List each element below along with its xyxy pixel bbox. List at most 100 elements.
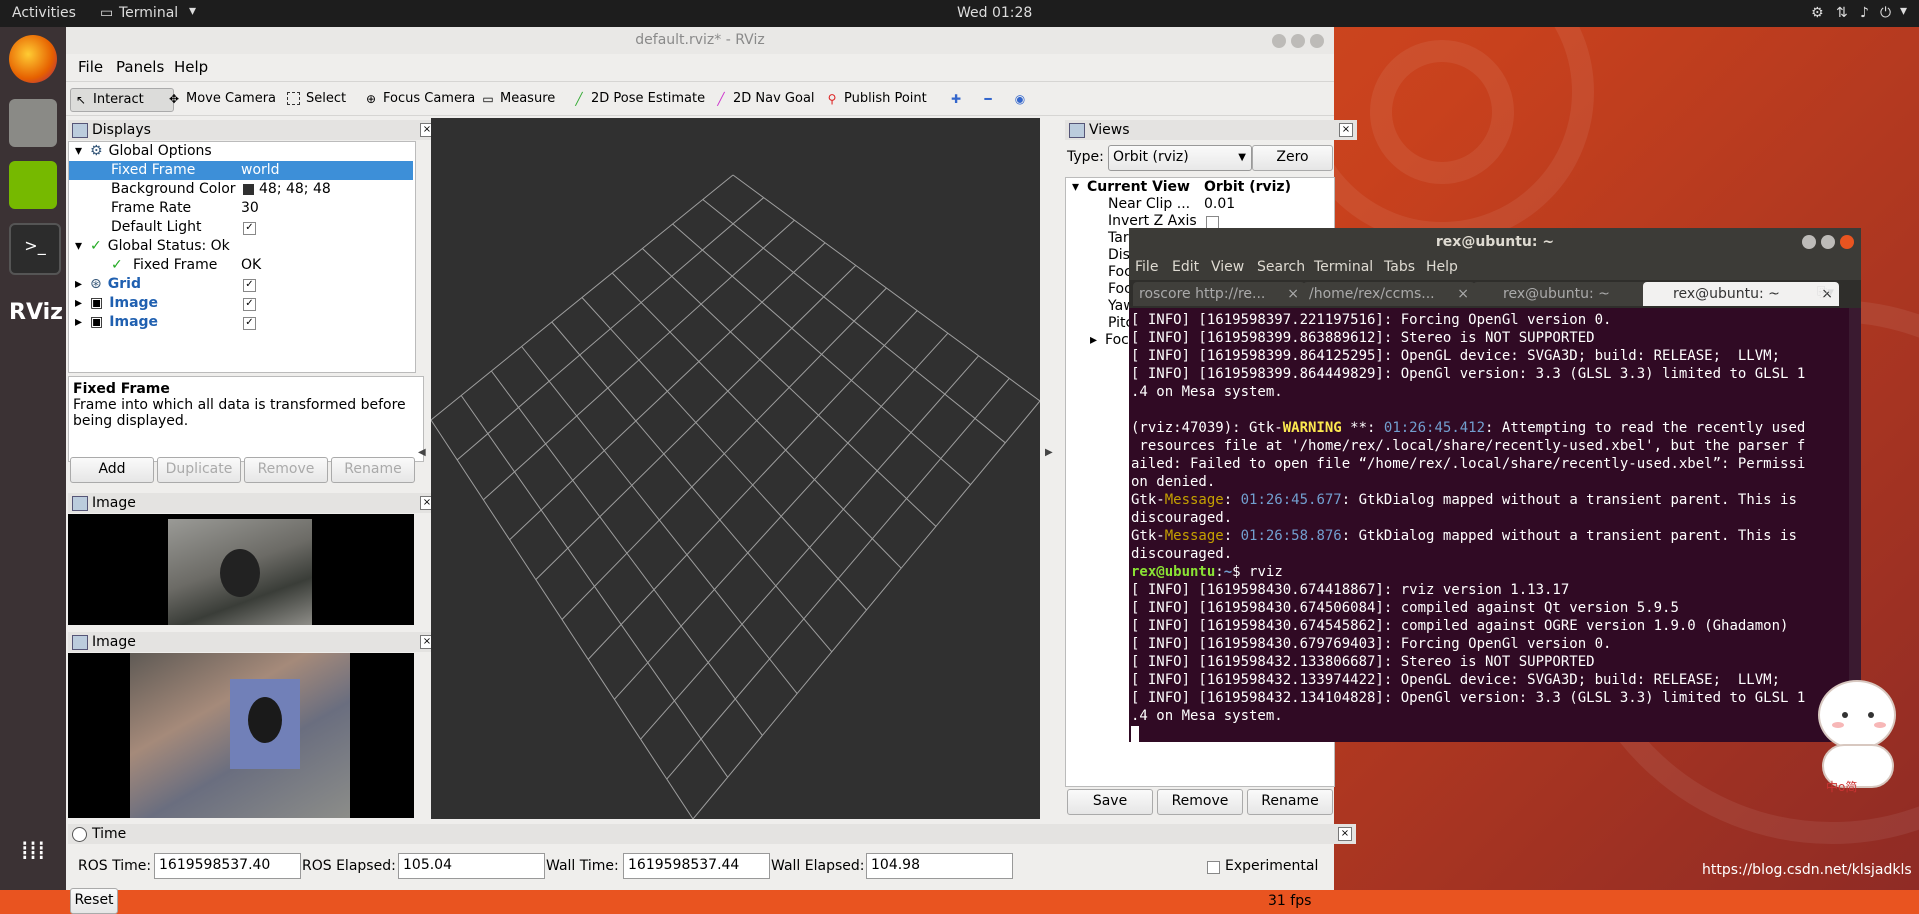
close-button[interactable]	[1310, 34, 1324, 48]
menu-help[interactable]: Help	[1426, 259, 1458, 275]
menu-help[interactable]: Help	[174, 58, 208, 76]
terminal-icon[interactable]: >_	[9, 223, 61, 275]
app-menu[interactable]: Terminal	[119, 5, 178, 21]
close-icon[interactable]: ×	[1338, 827, 1352, 841]
tree-row-global-options[interactable]: ▾ ⚙ Global Options	[75, 142, 405, 161]
tree-row-status-fixed-frame[interactable]: ✓ Fixed Frame OK	[69, 256, 413, 275]
rename-view-button[interactable]: Rename	[1247, 789, 1333, 815]
check-icon: ✓	[111, 257, 123, 273]
collapse-right-handle[interactable]: ▶	[1045, 447, 1053, 458]
save-view-button[interactable]: Save	[1067, 789, 1153, 815]
interact-tool[interactable]: ↖ Interact	[70, 88, 174, 112]
check-icon: ✓	[90, 238, 102, 254]
nvidia-icon[interactable]	[9, 161, 57, 209]
volume-icon[interactable]: ♪	[1860, 5, 1869, 21]
minimize-button[interactable]	[1272, 34, 1286, 48]
close-button[interactable]	[1840, 235, 1854, 249]
remove-view-button[interactable]: Remove	[1157, 789, 1243, 815]
power-icon[interactable]: ⏻	[1880, 5, 1891, 21]
views-header: Views ×	[1065, 120, 1357, 140]
menu-edit[interactable]: Edit	[1172, 259, 1199, 275]
ros-elapsed-field[interactable]: 105.04	[398, 853, 545, 879]
default-light-checkbox[interactable]: ✓	[243, 222, 256, 235]
terminal-tab[interactable]: /home/rex/ccms... ×	[1303, 282, 1475, 306]
view-options-button[interactable]: ◉	[1010, 88, 1025, 110]
terminal-output[interactable]: [ INFO] [1619598397.221197516]: Forcing …	[1129, 308, 1847, 742]
clock[interactable]: Wed 01:28	[957, 5, 1032, 21]
pose-estimate-tool[interactable]: ╱ 2D Pose Estimate	[569, 88, 705, 110]
menu-panels[interactable]: Panels	[116, 58, 164, 76]
ruler-icon: ▭	[482, 92, 494, 106]
measure-tool[interactable]: ▭ Measure	[478, 88, 555, 110]
wall-time-field[interactable]: 1619598537.44	[623, 853, 770, 879]
select-tool[interactable]: Select	[284, 88, 346, 110]
zero-button[interactable]: Zero	[1252, 145, 1333, 171]
menu-file[interactable]: File	[1135, 259, 1158, 275]
grid-line	[640, 355, 979, 740]
tree-row-background-color[interactable]: Background Color 48; 48; 48	[69, 180, 413, 199]
grid-checkbox[interactable]: ✓	[243, 279, 256, 292]
ros-time-field[interactable]: 1619598537.40	[154, 853, 301, 879]
collapse-left-handle[interactable]: ◀	[418, 447, 426, 458]
close-icon[interactable]: ×	[1287, 282, 1299, 306]
network-icon[interactable]: ⇅	[1836, 5, 1848, 21]
tree-row-partial[interactable]: ▸ Foc	[1090, 331, 1129, 350]
new-tab-icon[interactable]: ⎘▾	[1817, 285, 1834, 300]
menu-view[interactable]: View	[1211, 259, 1244, 275]
rviz-icon[interactable]: RViz	[9, 289, 63, 337]
tree-row-default-light[interactable]: Default Light ✓	[69, 218, 413, 237]
reset-button[interactable]: Reset	[70, 888, 118, 914]
grid-line	[666, 378, 1010, 780]
wall-time-label: Wall Time:	[546, 858, 619, 874]
tree-row-frame-rate[interactable]: Frame Rate 30	[69, 199, 413, 218]
terminal-tab[interactable]: roscore http://re... ×	[1133, 282, 1305, 306]
fixed-frame-value[interactable]: world	[241, 161, 280, 180]
remove-tool-button[interactable]: ━	[978, 88, 992, 110]
minimize-button[interactable]	[1802, 235, 1816, 249]
terminal-tab[interactable]: rex@ubuntu: ~×	[1473, 282, 1669, 306]
displays-tree: ▾ ⚙ Global Options Fixed Frame world Backgr…	[68, 141, 416, 373]
3d-render-view[interactable]	[430, 118, 1041, 820]
time-header: Time ×	[68, 824, 1356, 844]
firefox-icon[interactable]	[9, 35, 57, 83]
accessibility-icon[interactable]: ⚙	[1811, 5, 1824, 21]
menu-file[interactable]: File	[78, 58, 103, 76]
wall-elapsed-field[interactable]: 104.98	[866, 853, 1013, 879]
grid-line	[581, 297, 867, 611]
image-1-checkbox[interactable]: ✓	[243, 298, 256, 311]
activities-button[interactable]: Activities	[12, 5, 76, 21]
add-tool-button[interactable]: ✚	[946, 88, 961, 110]
maximize-button[interactable]	[1291, 34, 1305, 48]
map-pin-icon: ⚲	[827, 92, 837, 106]
view-type-select[interactable]: Orbit (rviz) ▼	[1108, 145, 1252, 171]
nav-goal-tool[interactable]: ╱ 2D Nav Goal	[711, 88, 814, 110]
menu-tabs[interactable]: Tabs	[1384, 259, 1415, 275]
terminal-tab-bar: roscore http://re... × /home/rex/ccms... ×…	[1129, 280, 1861, 308]
maximize-button[interactable]	[1821, 235, 1835, 249]
publish-point-tool[interactable]: ⚲ Publish Point	[822, 88, 927, 110]
remove-button[interactable]: Remove	[244, 457, 328, 483]
image-2-checkbox[interactable]: ✓	[243, 317, 256, 330]
camera-image-object	[220, 549, 260, 597]
tree-row-fixed-frame[interactable]: Fixed Frame world	[69, 161, 413, 180]
menu-terminal[interactable]: Terminal	[1314, 259, 1373, 275]
duplicate-button[interactable]: Duplicate	[157, 457, 241, 483]
tree-row-image-2[interactable]: ▸ ▣ Image ✓	[75, 313, 413, 332]
menu-search[interactable]: Search	[1257, 259, 1305, 275]
tree-row-grid[interactable]: ▸ ⊛ Grid ✓	[75, 275, 413, 294]
close-icon[interactable]: ×	[1339, 123, 1353, 137]
files-icon[interactable]	[9, 99, 57, 147]
chevron-down-icon: ▾	[189, 3, 197, 19]
close-icon[interactable]: ×	[1457, 282, 1469, 306]
experimental-checkbox[interactable]	[1207, 861, 1220, 874]
terminal-tab-active[interactable]: rex@ubuntu: ~ ×	[1643, 282, 1839, 306]
focus-camera-tool[interactable]: ⊕ Focus Camera	[361, 88, 475, 110]
move-camera-tool[interactable]: ✥ Move Camera	[164, 88, 276, 110]
tree-row-image-1[interactable]: ▸ ▣ Image ✓	[75, 294, 413, 313]
chevron-down-icon[interactable]: ▾	[1900, 3, 1907, 19]
show-apps-icon[interactable]: ⁞⁞⁞	[9, 827, 57, 875]
tree-row-global-status[interactable]: ▾ ✓ Global Status: Ok	[75, 237, 405, 256]
rename-button[interactable]: Rename	[331, 457, 415, 483]
add-button[interactable]: Add	[70, 457, 154, 483]
camera-image	[130, 653, 350, 818]
